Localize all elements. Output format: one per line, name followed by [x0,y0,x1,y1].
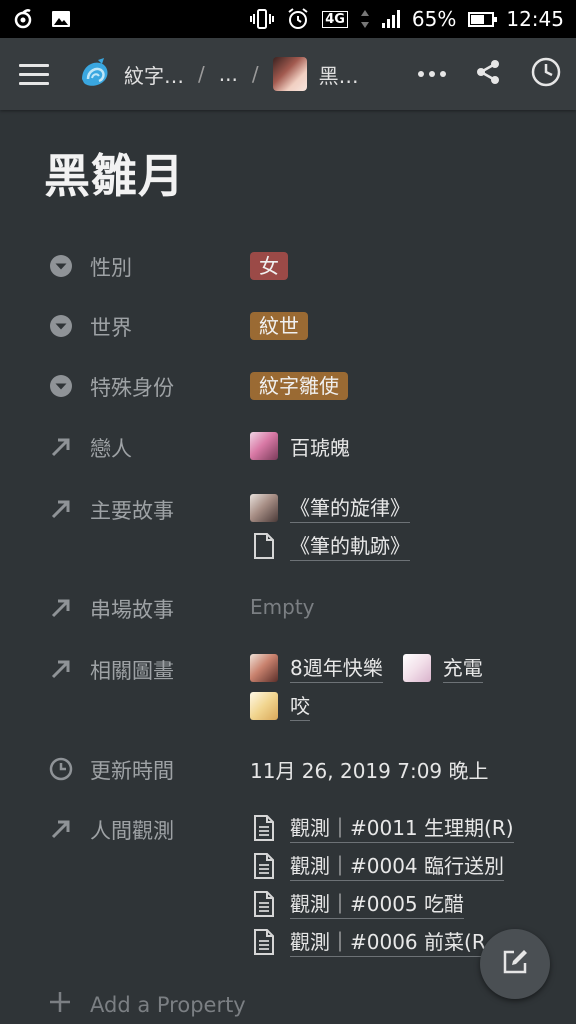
clock: 12:45 [506,7,564,31]
battery-percent: 65% [411,7,457,31]
property-value-lover[interactable]: 百琥魄 [250,428,350,464]
property-value-updated: 11月 26, 2019 7:09 晚上 [250,759,489,783]
observation-link[interactable]: 觀測｜#0005 吃醋 [290,890,465,919]
property-value-world[interactable]: 紋世 [250,312,308,340]
art-thumbnail [250,654,278,682]
app-notification-icon [12,8,34,30]
page-title[interactable]: 黑雛月 [44,140,185,206]
edit-fab[interactable] [480,929,550,999]
world-tag: 紋世 [250,312,308,340]
observation-link[interactable]: 觀測｜#0006 前菜(R [290,928,486,957]
story-thumbnail [250,494,278,522]
main-story-link[interactable]: 《筆的旋律》 [290,494,410,523]
share-icon[interactable] [474,58,502,90]
menu-icon[interactable] [14,54,54,94]
property-value-main-story[interactable]: 《筆的旋律》 《筆的軌跡》 [250,490,410,564]
property-label-main-story[interactable]: 主要故事 [90,495,174,525]
breadcrumb-separator: / [198,62,205,86]
identity-tag: 紋字雛使 [250,372,348,400]
breadcrumb-page[interactable]: 黑… [319,60,359,89]
observation-link[interactable]: 觀測｜#0004 臨行送別 [290,852,505,881]
property-label-gender[interactable]: 性別 [90,252,132,282]
page-text-icon [250,928,278,956]
battery-icon [468,11,498,27]
status-bar: 4G 65% 12:45 [0,0,576,38]
breadcrumb: 紋字… / ... / 黑… [54,57,359,91]
property-label-related-art[interactable]: 相關圖畫 [90,655,174,685]
network-type-badge: 4G [322,10,348,28]
relation-arrow-icon [48,816,74,842]
plus-icon [48,990,72,1019]
breadcrumb-workspace[interactable]: 紋字… [124,60,184,89]
add-property-label: Add a Property [90,992,246,1017]
page-avatar [272,57,307,91]
page-text-icon [250,852,278,880]
property-label-updated[interactable]: 更新時間 [90,755,174,785]
seashell-logo-icon[interactable] [78,57,112,91]
history-clock-icon[interactable] [530,56,562,92]
page-text-icon [250,814,278,842]
lover-link[interactable]: 百琥魄 [290,432,350,461]
character-thumbnail [250,432,278,460]
signal-icon [381,10,400,28]
vibrate-icon [250,8,275,30]
alarm-icon [286,7,310,31]
clock-property-icon [48,756,74,782]
property-label-world[interactable]: 世界 [90,312,132,342]
related-art-link[interactable]: 8週年快樂 [290,654,383,683]
relation-arrow-icon [48,656,74,682]
select-property-icon [48,253,74,279]
art-thumbnail [402,654,431,682]
relation-arrow-icon [48,595,74,621]
gender-tag: 女 [250,252,288,280]
art-thumbnail [250,692,278,720]
property-value-cameo-story[interactable]: Empty [250,595,315,619]
more-icon[interactable] [418,71,446,77]
page-icon [250,532,278,560]
select-property-icon [48,313,74,339]
select-property-icon [48,373,74,399]
breadcrumb-separator: / [251,62,259,86]
related-art-link[interactable]: 咬 [290,692,310,721]
property-label-cameo-story[interactable]: 串場故事 [90,594,174,624]
related-art-link[interactable]: 充電 [442,654,483,683]
property-label-identity[interactable]: 特殊身份 [90,372,174,402]
image-notification-icon [50,8,72,30]
page-text-icon [250,890,278,918]
relation-arrow-icon [48,496,74,522]
property-value-gender[interactable]: 女 [250,252,288,280]
relation-arrow-icon [48,434,74,460]
edit-icon [499,946,531,982]
property-value-observation[interactable]: 觀測｜#0011 生理期(R) 觀測｜#0004 臨行送別 觀測｜#0005 吃… [250,810,514,960]
property-label-observation[interactable]: 人間觀測 [90,815,174,845]
observation-link[interactable]: 觀測｜#0011 生理期(R) [290,814,514,843]
app-top-bar: 紋字… / ... / 黑… [0,38,576,110]
main-story-link[interactable]: 《筆的軌跡》 [290,532,410,561]
add-property-button[interactable]: Add a Property [48,990,246,1019]
property-value-related-art[interactable]: 8週年快樂 充電 咬 [250,650,483,724]
property-value-identity[interactable]: 紋字雛使 [250,372,348,400]
data-arrows-icon [360,8,370,30]
breadcrumb-ellipsis[interactable]: ... [219,62,238,86]
property-label-lover[interactable]: 戀人 [90,433,132,463]
